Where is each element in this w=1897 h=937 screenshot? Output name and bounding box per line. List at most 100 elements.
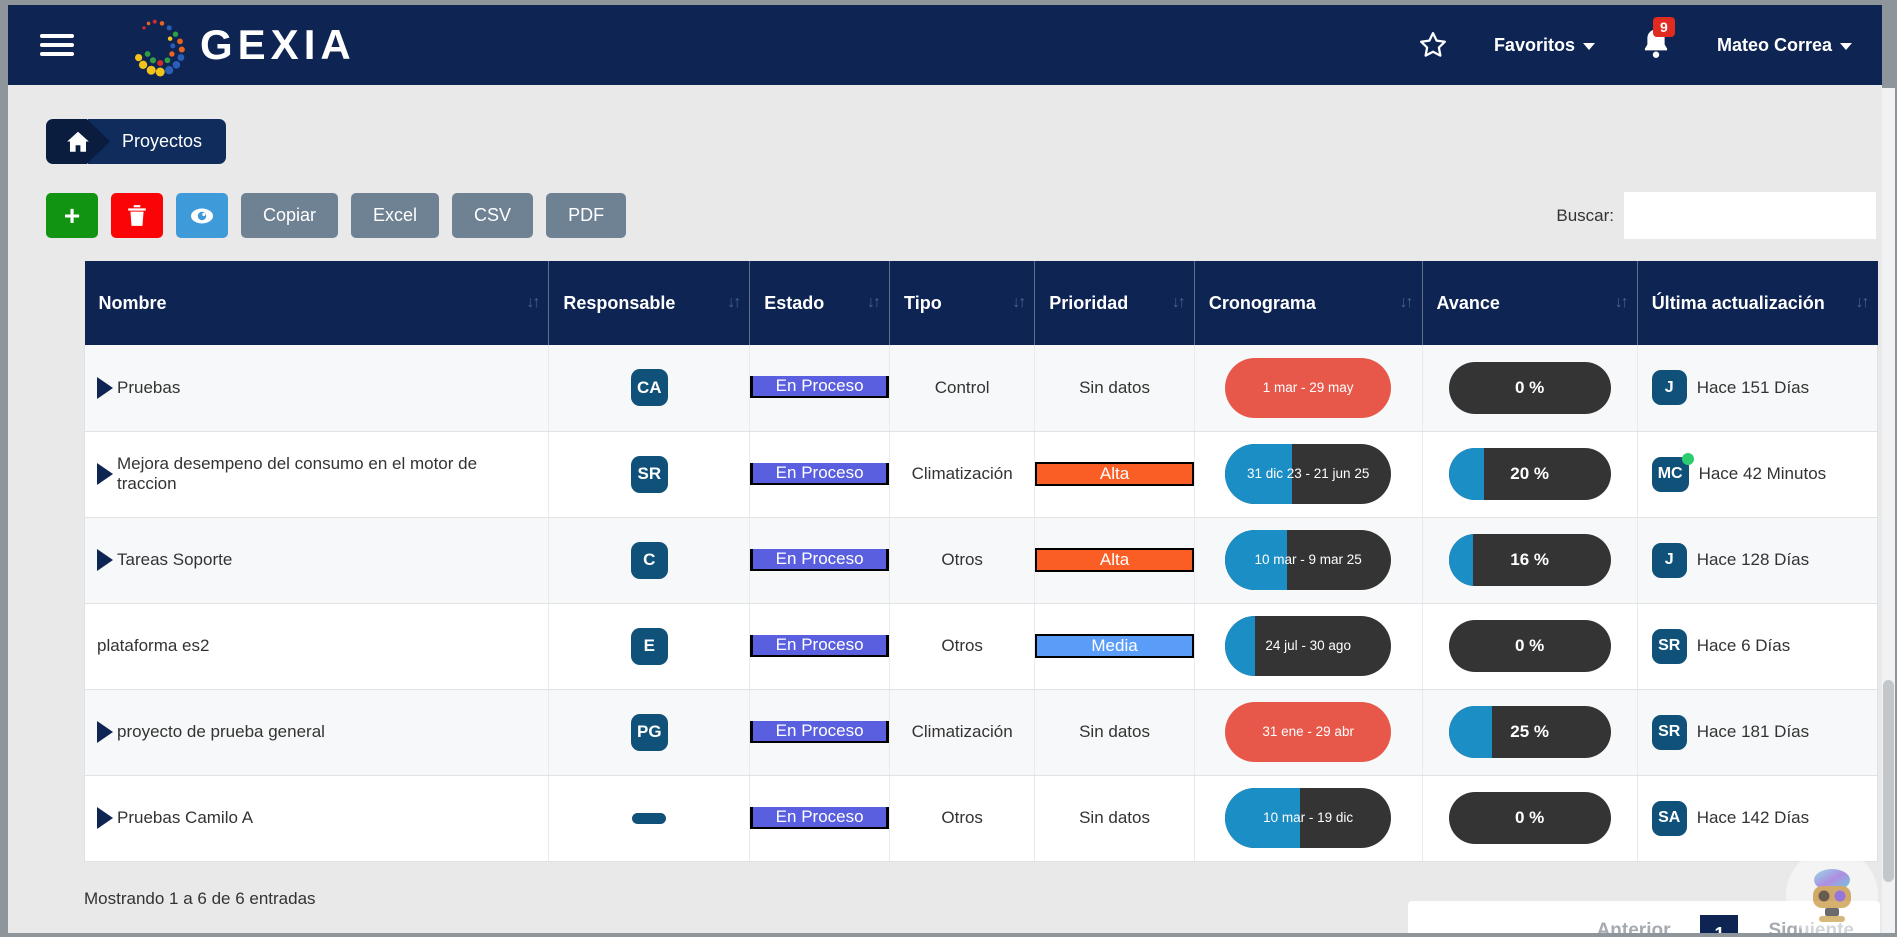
cell-avance: 0 % (1422, 345, 1637, 431)
avance-percent: 25 % (1510, 722, 1549, 742)
column-header-inner: Avance↓↑ (1437, 293, 1627, 314)
cell-nombre: Pruebas Camilo A (85, 775, 549, 861)
cell-responsable: CA (549, 345, 750, 431)
responsable-wrap: C (549, 542, 749, 579)
excel-button[interactable]: Excel (351, 193, 439, 238)
column-header-nombre[interactable]: Nombre ↓↑ (85, 261, 549, 345)
cell-tipo: Control (890, 345, 1035, 431)
cell-prioridad: Sin datos (1035, 345, 1195, 431)
assistant-widget[interactable] (1786, 849, 1878, 933)
cell-cronograma: 10 mar - 9 mar 25 (1194, 517, 1422, 603)
table-row[interactable]: proyecto de prueba generalPGEn ProcesoCl… (85, 689, 1878, 775)
view-button[interactable] (176, 193, 228, 238)
status-badge: En Proceso (750, 807, 889, 829)
responsable-avatar: SR (631, 456, 668, 493)
cell-ultima: MCHace 42 Minutos (1637, 431, 1877, 517)
cronograma-dates: 31 dic 23 - 21 jun 25 (1247, 464, 1369, 484)
cell-prioridad: Alta (1035, 517, 1195, 603)
pagination-prev[interactable]: Anterior (1597, 915, 1671, 933)
cell-prioridad: Sin datos (1035, 775, 1195, 861)
project-name-wrap: Pruebas Camilo A (85, 807, 548, 829)
avance-percent: 20 % (1510, 464, 1549, 484)
cell-responsable: C (549, 517, 750, 603)
cell-nombre: plataforma es2 (85, 603, 549, 689)
expand-icon[interactable] (97, 377, 113, 399)
column-header-inner: Última actualización↓↑ (1652, 293, 1868, 314)
cell-responsable: PG (549, 689, 750, 775)
cell-cronograma: 31 dic 23 - 21 jun 25 (1194, 431, 1422, 517)
expand-icon[interactable] (97, 721, 113, 743)
prioridad-badge: Alta (1035, 548, 1194, 572)
cell-estado: En Proceso (750, 517, 890, 603)
column-header-cronograma[interactable]: Cronograma↓↑ (1194, 261, 1422, 345)
column-header-estado[interactable]: Estado↓↑ (750, 261, 890, 345)
add-button[interactable]: + (46, 193, 98, 238)
app-window: GEXIA Favoritos 9 Mateo Correa (8, 5, 1882, 933)
responsable-wrap: E (549, 628, 749, 665)
star-icon[interactable] (1418, 30, 1448, 60)
cronograma-pill: 24 jul - 30 ago (1225, 616, 1391, 676)
avance-wrap: 0 % (1423, 792, 1637, 844)
app-logo[interactable]: GEXIA (126, 10, 356, 80)
ultima-avatar: SR (1652, 715, 1687, 750)
search-input[interactable] (1624, 192, 1876, 239)
table-row[interactable]: PruebasCAEn ProcesoControlSin datos1 mar… (85, 345, 1878, 431)
cell-tipo: Otros (890, 517, 1035, 603)
cell-tipo: Otros (890, 775, 1035, 861)
logo-dots-icon (126, 10, 198, 80)
cronograma-wrap: 1 mar - 29 may (1195, 358, 1422, 418)
column-header--ltima-actualizaci-n[interactable]: Última actualización↓↑ (1637, 261, 1877, 345)
column-header-responsable[interactable]: Responsable↓↑ (549, 261, 750, 345)
csv-button[interactable]: CSV (452, 193, 533, 238)
cronograma-wrap: 31 ene - 29 abr (1195, 702, 1422, 762)
avance-wrap: 0 % (1423, 620, 1637, 672)
project-name: Pruebas Camilo A (117, 808, 253, 828)
pdf-button[interactable]: PDF (546, 193, 626, 238)
column-header-avance[interactable]: Avance↓↑ (1422, 261, 1637, 345)
table-row[interactable]: plataforma es2EEn ProcesoOtrosMedia24 ju… (85, 603, 1878, 689)
cronograma-dates: 31 ene - 29 abr (1262, 722, 1354, 742)
pagination-page-1[interactable]: 1 (1700, 915, 1738, 933)
column-header-tipo[interactable]: Tipo↓↑ (890, 261, 1035, 345)
cell-ultima: SAHace 142 Días (1637, 775, 1877, 861)
scrollbar-thumb[interactable] (1883, 680, 1894, 883)
tipo-value: Control (890, 378, 1034, 398)
cell-nombre: Pruebas (85, 345, 549, 431)
user-menu[interactable]: Mateo Correa (1717, 35, 1852, 56)
column-header-inner: Estado↓↑ (764, 293, 879, 314)
chevron-down-icon (1840, 43, 1852, 50)
notifications-bell[interactable]: 9 (1641, 27, 1671, 64)
sort-icon: ↓↑ (526, 294, 538, 312)
delete-button[interactable] (111, 193, 163, 238)
table-row[interactable]: Pruebas Camilo A En ProcesoOtrosSin datos… (85, 775, 1878, 861)
cronograma-dates: 10 mar - 19 dic (1263, 808, 1353, 828)
avance-pill: 0 % (1449, 620, 1611, 672)
project-name: plataforma es2 (97, 636, 209, 656)
table-row[interactable]: Tareas SoporteCEn ProcesoOtrosAlta10 mar… (85, 517, 1878, 603)
column-label: Avance (1437, 293, 1500, 314)
prioridad-badge: Alta (1035, 462, 1194, 486)
expand-icon[interactable] (97, 463, 113, 485)
expand-icon[interactable] (97, 549, 113, 571)
column-label: Nombre (99, 293, 167, 314)
table-row[interactable]: Mejora desempeno del consumo en el motor… (85, 431, 1878, 517)
favorites-menu[interactable]: Favoritos (1494, 35, 1595, 56)
ultima-text: Hace 42 Minutos (1699, 464, 1827, 484)
eye-icon (190, 207, 214, 225)
expand-icon[interactable] (97, 807, 113, 829)
avance-wrap: 16 % (1423, 534, 1637, 586)
cell-tipo: Climatización (890, 431, 1035, 517)
copy-button[interactable]: Copiar (241, 193, 338, 238)
column-header-prioridad[interactable]: Prioridad↓↑ (1035, 261, 1195, 345)
sort-icon: ↓↑ (1012, 294, 1024, 312)
column-header-inner: Responsable↓↑ (563, 293, 739, 314)
sort-icon: ↓↑ (1172, 294, 1184, 312)
cronograma-pill: 31 dic 23 - 21 jun 25 (1225, 444, 1391, 504)
online-indicator (1682, 453, 1694, 465)
responsable-wrap (549, 813, 749, 824)
cell-avance: 20 % (1422, 431, 1637, 517)
avance-percent: 16 % (1510, 550, 1549, 570)
ultima-wrap: MCHace 42 Minutos (1638, 457, 1877, 492)
menu-icon[interactable] (40, 29, 74, 61)
avance-pill: 0 % (1449, 792, 1611, 844)
